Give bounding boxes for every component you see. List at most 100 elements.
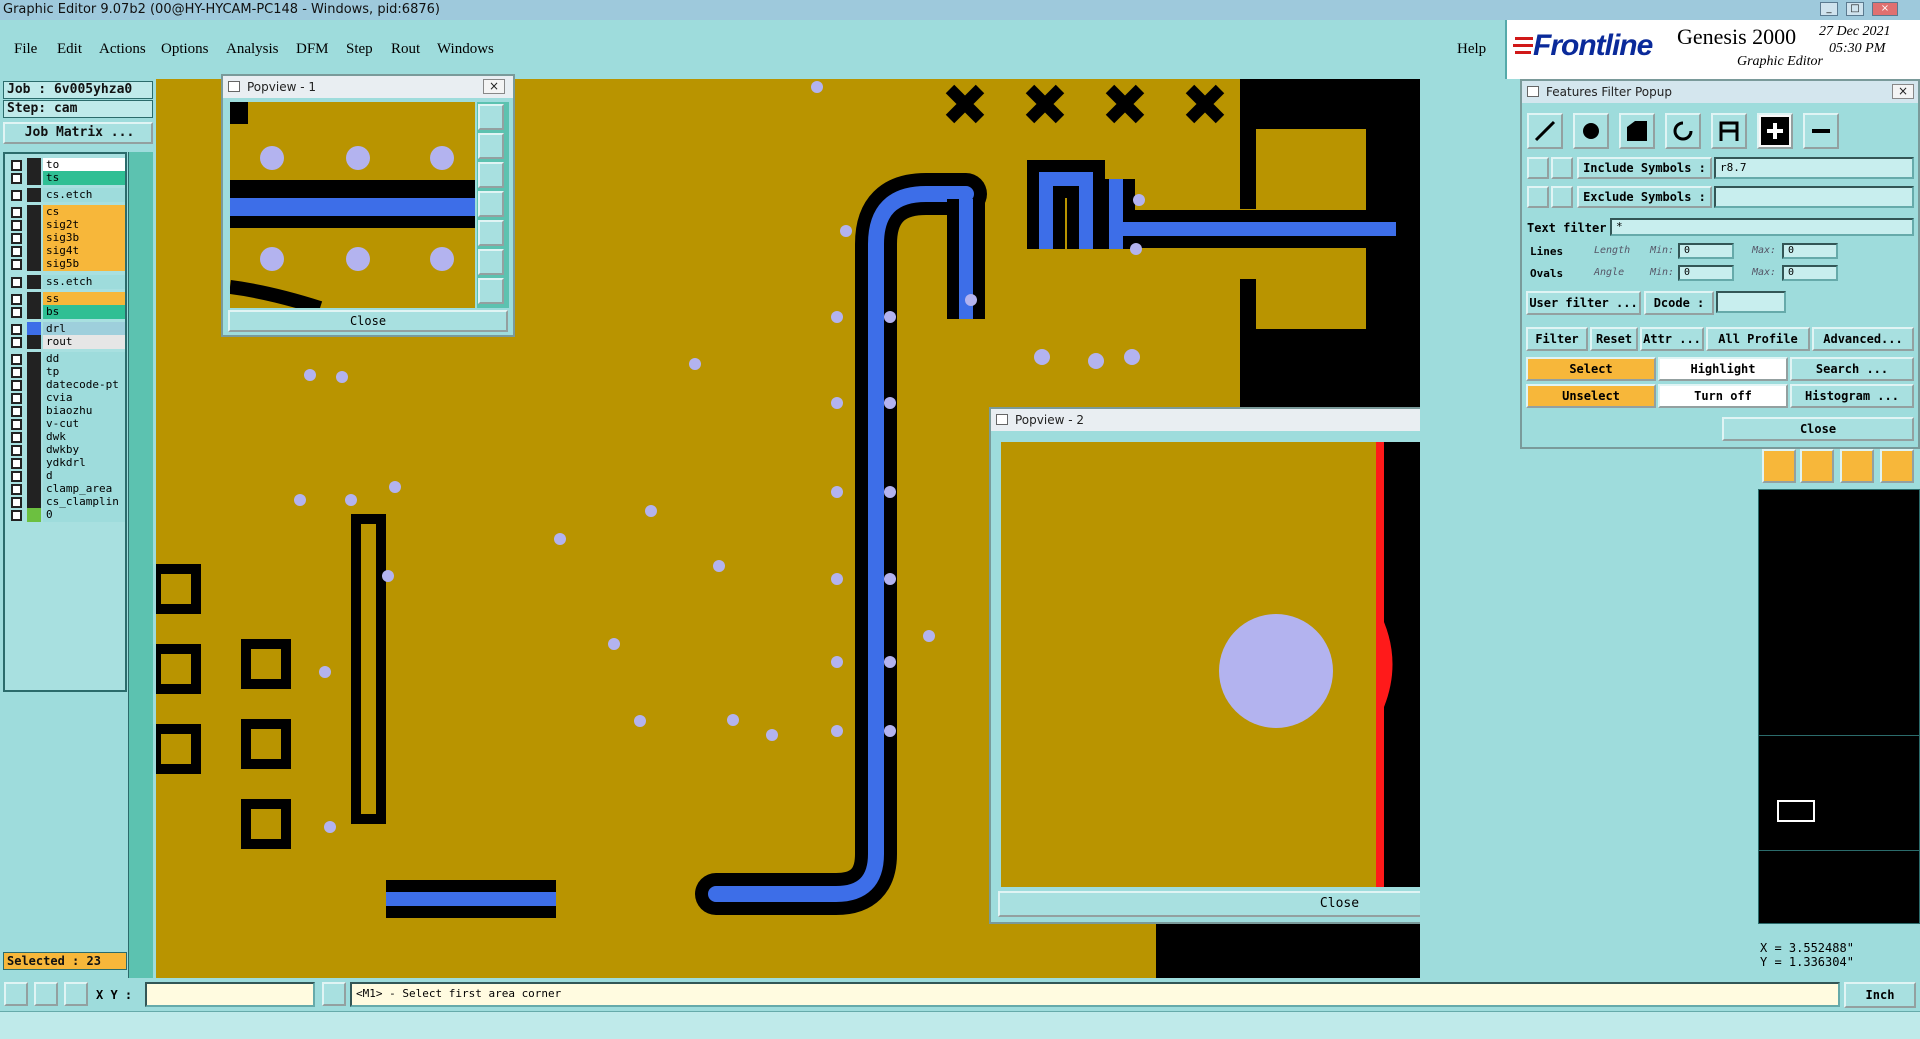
layer-name[interactable]: cs [43,205,125,219]
edit-tool-icon[interactable] [1840,449,1874,483]
layer-name[interactable]: sig4t [43,244,125,258]
pan-right-icon[interactable] [478,220,504,246]
menu-rout[interactable]: Rout [391,41,420,58]
layer-name[interactable]: cvia [43,391,125,405]
pan-down-icon[interactable] [478,162,504,188]
layer-row[interactable]: sig4t [7,244,125,258]
layer-row[interactable]: bs [7,305,125,319]
close-icon[interactable]: × [483,79,505,94]
line-feature-icon[interactable] [1527,113,1563,149]
maximize-icon[interactable]: □ [1846,2,1864,16]
zoom-window-icon[interactable] [478,104,504,130]
menu-windows[interactable]: Windows [437,41,494,58]
layer-row[interactable]: d [7,469,125,483]
layer-checkbox[interactable] [11,380,22,391]
layer-checkbox[interactable] [11,458,22,469]
layer-row[interactable]: ydkdrl [7,456,125,470]
menu-file[interactable]: File [14,41,37,58]
advanced-button[interactable]: Advanced... [1812,327,1914,351]
unselect-button[interactable]: Unselect [1526,384,1656,408]
menu-edit[interactable]: Edit [57,41,82,58]
layer-checkbox[interactable] [11,233,22,244]
layer-checkbox[interactable] [11,484,22,495]
layer-row[interactable]: dwkby [7,443,125,457]
layer-name[interactable]: clamp_area [43,482,125,496]
layer-row[interactable]: cs [7,205,125,219]
layer-name[interactable]: biaozhu [43,404,125,418]
snap-icon[interactable] [4,982,28,1006]
surface-feature-icon[interactable] [1619,113,1655,149]
ovals-checkbox[interactable]: Ovals [1530,267,1563,280]
measure-icon[interactable] [34,982,58,1006]
user-filter-button[interactable]: User filter ... [1526,291,1641,315]
xy-input[interactable] [145,982,315,1007]
minimize-icon[interactable]: _ [1820,2,1838,16]
layer-checkbox[interactable] [11,207,22,218]
layer-checkbox[interactable] [11,246,22,257]
menu-options[interactable]: Options [161,41,209,58]
layer-name[interactable]: v-cut [43,417,125,431]
exclude-pointer-icon[interactable] [1527,186,1549,208]
layer-row[interactable]: clamp_area [7,482,125,496]
layer-name[interactable]: ss [43,292,125,306]
search-button[interactable]: Search ... [1790,357,1914,381]
layer-checkbox[interactable] [11,277,22,288]
text-feature-icon[interactable] [1711,113,1747,149]
layer-checkbox[interactable] [11,173,22,184]
text-filter-input[interactable]: * [1610,218,1914,236]
layer-checkbox[interactable] [11,406,22,417]
layer-checkbox[interactable] [11,190,22,201]
layer-checkbox[interactable] [11,497,22,508]
histogram-button[interactable]: Histogram ... [1790,384,1914,408]
close-icon[interactable]: × [1892,84,1914,99]
layer-checkbox[interactable] [11,367,22,378]
layer-name[interactable]: sig3b [43,231,125,245]
pan-up-icon[interactable] [478,133,504,159]
include-pointer-icon[interactable] [1527,157,1549,179]
layer-row[interactable]: cvia [7,391,125,405]
route-tool-icon[interactable] [1880,449,1914,483]
layer-checkbox[interactable] [11,337,22,348]
attr-button[interactable]: Attr ... [1640,327,1704,351]
filter-toggle[interactable]: Filter [1526,327,1588,351]
layer-name[interactable]: rout [43,335,125,349]
zoom-fit-icon[interactable] [478,278,504,304]
layer-name[interactable]: dd [43,352,125,366]
menu-help[interactable]: Help [1457,41,1486,58]
exclude-symbols-input[interactable] [1714,186,1914,208]
layer-name[interactable]: ss.etch [43,275,125,289]
layer-checkbox[interactable] [11,510,22,521]
info-icon[interactable] [322,982,346,1006]
layer-row[interactable]: sig3b [7,231,125,245]
popview-1-titlebar[interactable]: Popview - 1 × [223,76,513,98]
dcode-input[interactable] [1716,291,1786,313]
highlight-button[interactable]: Highlight [1658,357,1788,381]
profile-select[interactable]: All Profile [1706,327,1810,351]
layer-checkbox[interactable] [11,160,22,171]
job-matrix-button[interactable]: Job Matrix ... [3,122,153,144]
layer-name[interactable]: dwkby [43,443,125,457]
layer-row[interactable]: cs.etch [7,188,125,202]
layer-name[interactable]: tp [43,365,125,379]
menu-analysis[interactable]: Analysis [226,41,279,58]
select-button[interactable]: Select [1526,357,1656,381]
layer-row[interactable]: sig5b [7,257,125,271]
filter-close-button[interactable]: Close [1722,417,1914,441]
layer-name[interactable]: cs_clamplin [43,495,125,509]
layer-name[interactable]: bs [43,305,125,319]
features-filter-titlebar[interactable]: Features Filter Popup × [1522,81,1918,103]
length-checkbox[interactable]: Length [1594,245,1630,256]
turn-off-button[interactable]: Turn off [1658,384,1788,408]
pointer-tool-icon[interactable] [1762,449,1796,483]
zoom-home-icon[interactable] [478,249,504,275]
layer-row[interactable]: ss.etch [7,275,125,289]
angle-checkbox[interactable]: Angle [1594,267,1624,278]
menu-dfm[interactable]: DFM [296,41,329,58]
select-tool-icon[interactable] [1800,449,1834,483]
layer-name[interactable]: 0 [43,508,125,522]
menu-step[interactable]: Step [346,41,373,58]
overview-viewport[interactable] [1777,800,1815,822]
layer-row[interactable]: sig2t [7,218,125,232]
angle-min-input[interactable]: 0 [1678,265,1734,281]
layer-checkbox[interactable] [11,445,22,456]
